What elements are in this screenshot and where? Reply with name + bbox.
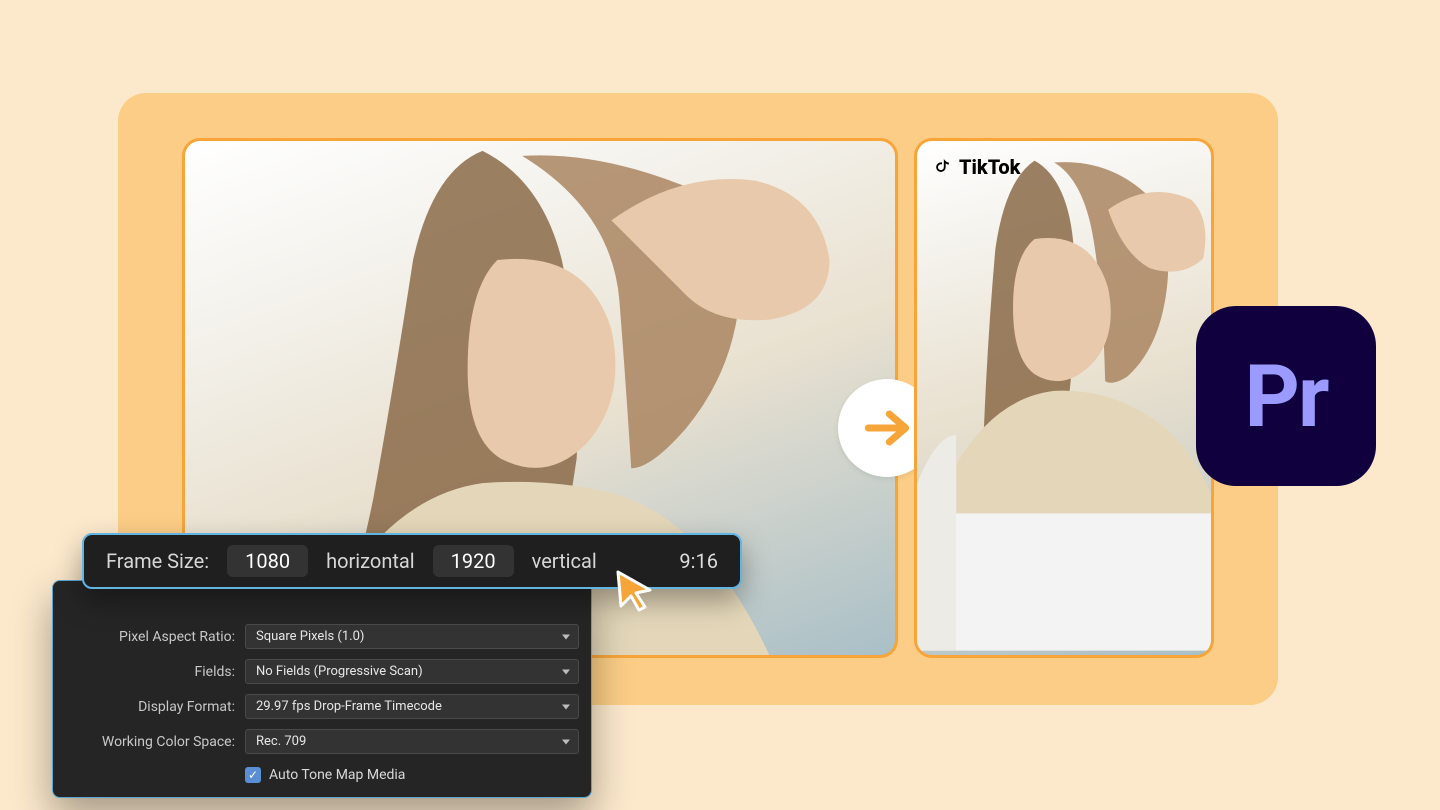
fields-value: No Fields (Progressive Scan) bbox=[256, 664, 423, 679]
pixel-aspect-ratio-value: Square Pixels (1.0) bbox=[256, 629, 364, 644]
target-preview-portrait: TikTok bbox=[914, 138, 1214, 658]
fields-label: Fields: bbox=[65, 664, 235, 680]
frame-horizontal-label: horizontal bbox=[326, 549, 415, 573]
fields-select[interactable]: No Fields (Progressive Scan) bbox=[245, 659, 579, 684]
display-format-label: Display Format: bbox=[65, 699, 235, 715]
arrow-right-icon bbox=[859, 400, 915, 456]
frame-vertical-label: vertical bbox=[532, 549, 597, 573]
pixel-aspect-ratio-select[interactable]: Square Pixels (1.0) bbox=[245, 624, 579, 649]
working-color-space-select[interactable]: Rec. 709 bbox=[245, 729, 579, 754]
tiktok-label: TikTok bbox=[959, 155, 1020, 179]
premiere-pro-app-icon: Pr bbox=[1196, 306, 1376, 486]
sequence-settings-panel: Pixel Aspect Ratio: Square Pixels (1.0) … bbox=[52, 580, 592, 798]
display-format-value: 29.97 fps Drop-Frame Timecode bbox=[256, 699, 442, 714]
display-format-select[interactable]: 29.97 fps Drop-Frame Timecode bbox=[245, 694, 579, 719]
auto-tone-map-checkbox[interactable] bbox=[245, 767, 261, 783]
pixel-aspect-ratio-row: Pixel Aspect Ratio: Square Pixels (1.0) bbox=[65, 619, 579, 654]
subject-illustration-portrait bbox=[917, 141, 1211, 651]
frame-size-label: Frame Size: bbox=[106, 549, 209, 573]
auto-tone-map-row: Auto Tone Map Media bbox=[65, 759, 579, 783]
working-color-space-row: Working Color Space: Rec. 709 bbox=[65, 724, 579, 759]
tiktok-icon bbox=[931, 156, 953, 178]
auto-tone-map-label: Auto Tone Map Media bbox=[269, 767, 405, 783]
fields-row: Fields: No Fields (Progressive Scan) bbox=[65, 654, 579, 689]
frame-width-input[interactable]: 1080 bbox=[227, 545, 308, 577]
frame-height-input[interactable]: 1920 bbox=[433, 545, 514, 577]
working-color-space-value: Rec. 709 bbox=[256, 734, 306, 749]
pixel-aspect-ratio-label: Pixel Aspect Ratio: bbox=[65, 629, 235, 645]
premiere-pro-short: Pr bbox=[1245, 346, 1328, 447]
frame-aspect-ratio: 9:16 bbox=[679, 549, 718, 573]
cursor-pointer-icon bbox=[612, 568, 656, 616]
tiktok-badge: TikTok bbox=[931, 155, 1020, 179]
display-format-row: Display Format: 29.97 fps Drop-Frame Tim… bbox=[65, 689, 579, 724]
working-color-space-label: Working Color Space: bbox=[65, 734, 235, 750]
